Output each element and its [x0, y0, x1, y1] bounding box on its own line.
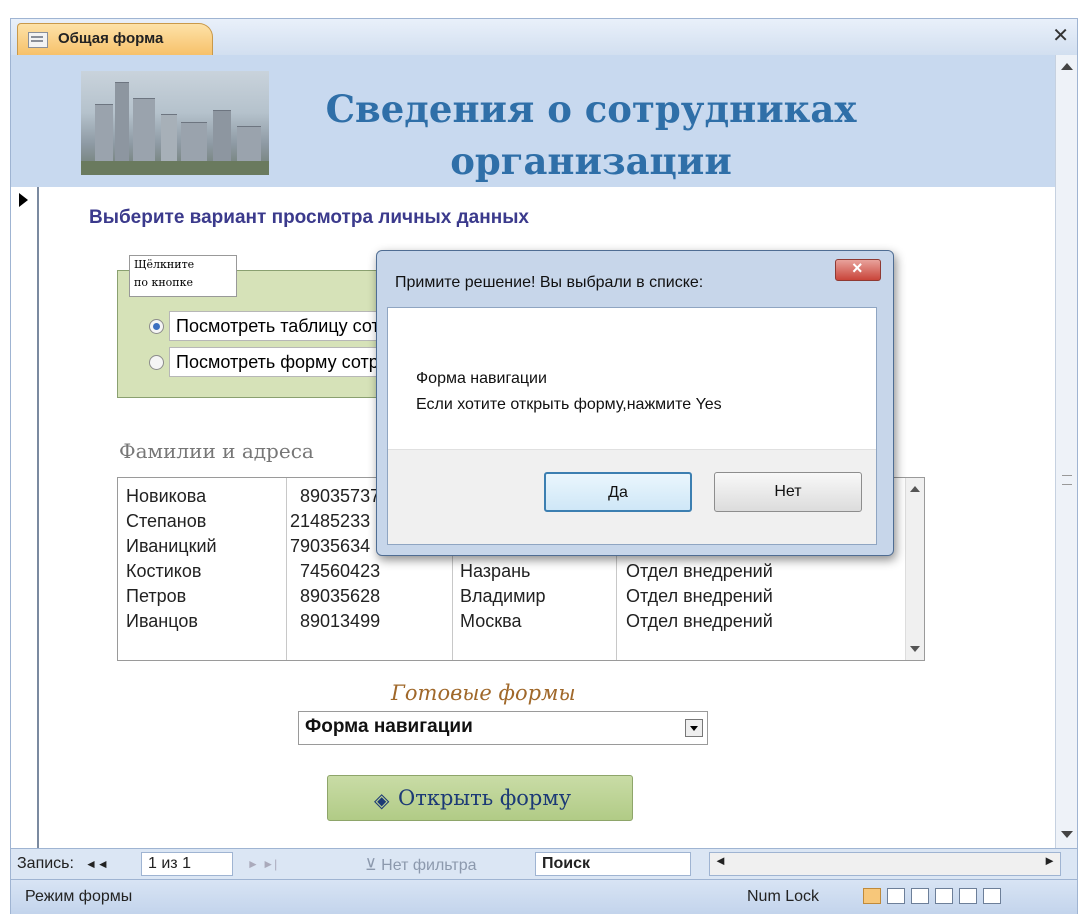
filter-icon: ⊻	[365, 857, 377, 874]
binoculars-icon: ◈	[374, 790, 390, 812]
list-caption: Фамилии и адреса	[119, 439, 314, 463]
city-photo-image	[81, 71, 269, 175]
dialog-message-line-1: Форма навигации	[416, 370, 547, 387]
group-label-line-1: Щёлкните	[134, 258, 195, 271]
open-form-button[interactable]: ◈ Открыть форму	[327, 775, 633, 821]
combo-value: Форма навигации	[305, 716, 473, 737]
list-cell-phone: 74560423	[300, 561, 381, 581]
message-dialog: Примите решение! Вы выбрали в списке: Фо…	[376, 250, 894, 556]
search-input[interactable]: Поиск	[535, 852, 691, 876]
dialog-message-line-2: Если хотите открыть форму,нажмите Yes	[416, 396, 722, 413]
list-cell-phone: 89013499	[300, 611, 381, 631]
list-cell-name: Новикова	[126, 486, 207, 506]
dialog-body: Форма навигации Если хотите открыть форм…	[387, 307, 877, 545]
horizontal-scrollbar[interactable]: ◄ ►	[709, 852, 1061, 876]
pivot-table-view-icon[interactable]	[911, 888, 929, 904]
list-cell-phone: 79035634	[290, 536, 371, 556]
list-item[interactable]: Петров 89035628 Владимир Отдел внедрений	[118, 584, 908, 609]
scroll-down-icon[interactable]	[1061, 831, 1073, 838]
list-cell-name: Петров	[126, 586, 187, 606]
layout-view-icon[interactable]	[959, 888, 977, 904]
no-button[interactable]: Нет	[714, 472, 862, 512]
close-icon[interactable]	[835, 258, 881, 281]
radio-button-selected[interactable]	[149, 319, 164, 334]
pivot-chart-view-icon[interactable]	[935, 888, 953, 904]
list-cell-phone: 89035628	[300, 586, 381, 606]
list-cell-name: Степанов	[126, 511, 207, 531]
first-record-icon[interactable]: ◄◄	[85, 857, 109, 871]
list-cell-phone: 89035737	[300, 486, 381, 506]
scroll-down-icon[interactable]	[910, 646, 920, 652]
view-mode-label: Режим формы	[25, 888, 133, 905]
scroll-up-icon[interactable]	[1061, 63, 1073, 70]
dialog-title: Примите решение! Вы выбрали в списке:	[395, 274, 704, 291]
record-label: Запись:	[17, 855, 74, 872]
tab-label: Общая форма	[58, 30, 164, 47]
chevron-down-icon[interactable]	[685, 719, 703, 737]
tab-bar: Общая форма ✕	[11, 19, 1077, 56]
dialog-footer: Да Нет	[388, 449, 876, 544]
scroll-right-icon[interactable]: ►	[1043, 853, 1056, 868]
listbox-scrollbar[interactable]	[905, 478, 924, 660]
list-cell-name: Иваницкий	[126, 536, 217, 556]
search-placeholder: Поиск	[542, 855, 591, 872]
form-icon	[28, 32, 48, 48]
list-cell-city: Москва	[460, 611, 522, 631]
current-record-field[interactable]: 1 из 1	[141, 852, 233, 876]
list-cell-name: Иванцов	[126, 611, 198, 631]
scroll-grip-icon[interactable]	[1062, 475, 1072, 485]
filter-status[interactable]: ⊻ Нет фильтра	[365, 855, 477, 875]
list-cell-dept: Отдел внедрений	[626, 586, 773, 606]
tab-general-form[interactable]: Общая форма	[17, 23, 213, 55]
form-header: Сведения о сотрудниках организации	[11, 55, 1055, 187]
yes-button[interactable]: Да	[544, 472, 692, 512]
current-record-arrow-icon	[19, 193, 28, 207]
title-line-2: организации	[450, 139, 732, 183]
page-title: Сведения о сотрудниках организации	[281, 83, 901, 187]
scroll-left-icon[interactable]: ◄	[714, 853, 727, 868]
ready-forms-label: Готовые формы	[391, 681, 576, 705]
list-cell-city: Владимир	[460, 586, 546, 606]
list-cell-dept: Отдел внедрений	[626, 561, 773, 581]
scroll-up-icon[interactable]	[910, 486, 920, 492]
list-cell-name: Костиков	[126, 561, 202, 581]
numlock-indicator: Num Lock	[747, 888, 820, 905]
close-icon[interactable]: ✕	[1052, 23, 1069, 48]
form-view-icon[interactable]	[863, 888, 881, 904]
group-label-line-2: по кнопке	[134, 276, 193, 289]
form-vertical-scrollbar[interactable]	[1055, 55, 1077, 848]
radio-button[interactable]	[149, 355, 164, 370]
record-navigation-bar: Запись: ◄◄ 1 из 1 ► ►| ⊻ Нет фильтра Пои…	[11, 848, 1077, 879]
list-cell-phone: 21485233	[290, 511, 371, 531]
design-view-icon[interactable]	[983, 888, 1001, 904]
record-selector[interactable]	[11, 187, 39, 848]
option-group-label: Щёлкните по кнопке	[129, 255, 237, 297]
filter-label: Нет фильтра	[381, 857, 477, 874]
list-cell-dept: Отдел внедрений	[626, 611, 773, 631]
status-bar: Режим формы Num Lock	[11, 879, 1077, 914]
list-cell-city: Назрань	[460, 561, 531, 581]
open-form-label: Открыть форму	[398, 786, 572, 810]
forms-combobox[interactable]: Форма навигации	[298, 711, 708, 745]
datasheet-view-icon[interactable]	[887, 888, 905, 904]
next-record-icon[interactable]: ► ►|	[247, 857, 277, 871]
list-item[interactable]: Иванцов 89013499 Москва Отдел внедрений	[118, 609, 908, 634]
list-item[interactable]: Костиков 74560423 Назрань Отдел внедрени…	[118, 559, 908, 584]
form-subtitle: Выберите вариант просмотра личных данных	[89, 207, 529, 228]
current-record-value: 1 из 1	[148, 855, 191, 872]
title-line-1: Сведения о сотрудниках	[325, 87, 857, 131]
